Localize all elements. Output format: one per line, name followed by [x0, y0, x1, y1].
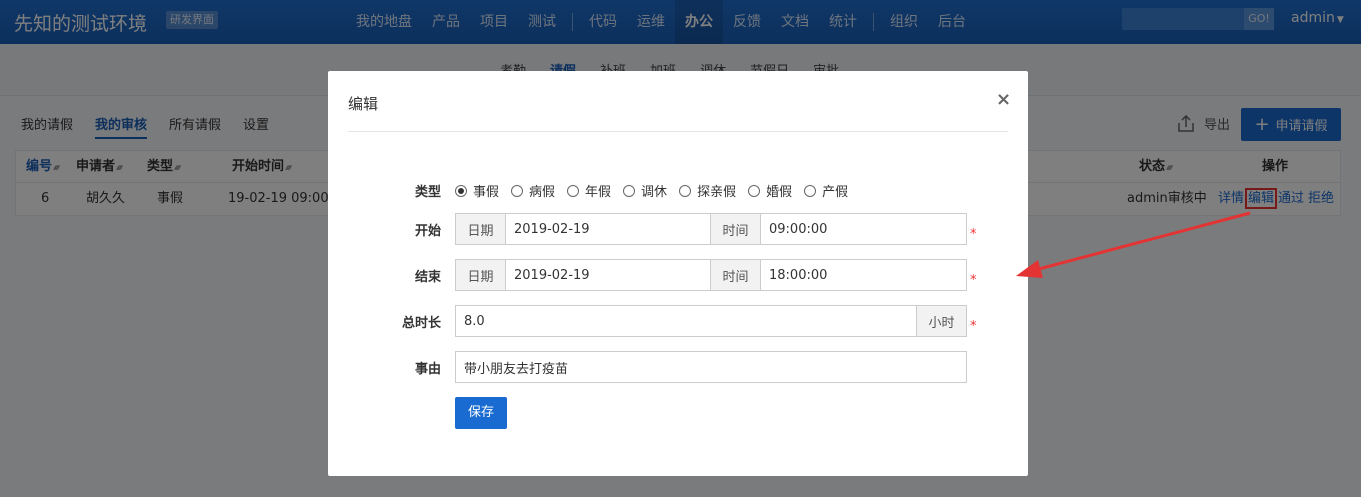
annotation-arrow-icon	[1016, 211, 1251, 278]
